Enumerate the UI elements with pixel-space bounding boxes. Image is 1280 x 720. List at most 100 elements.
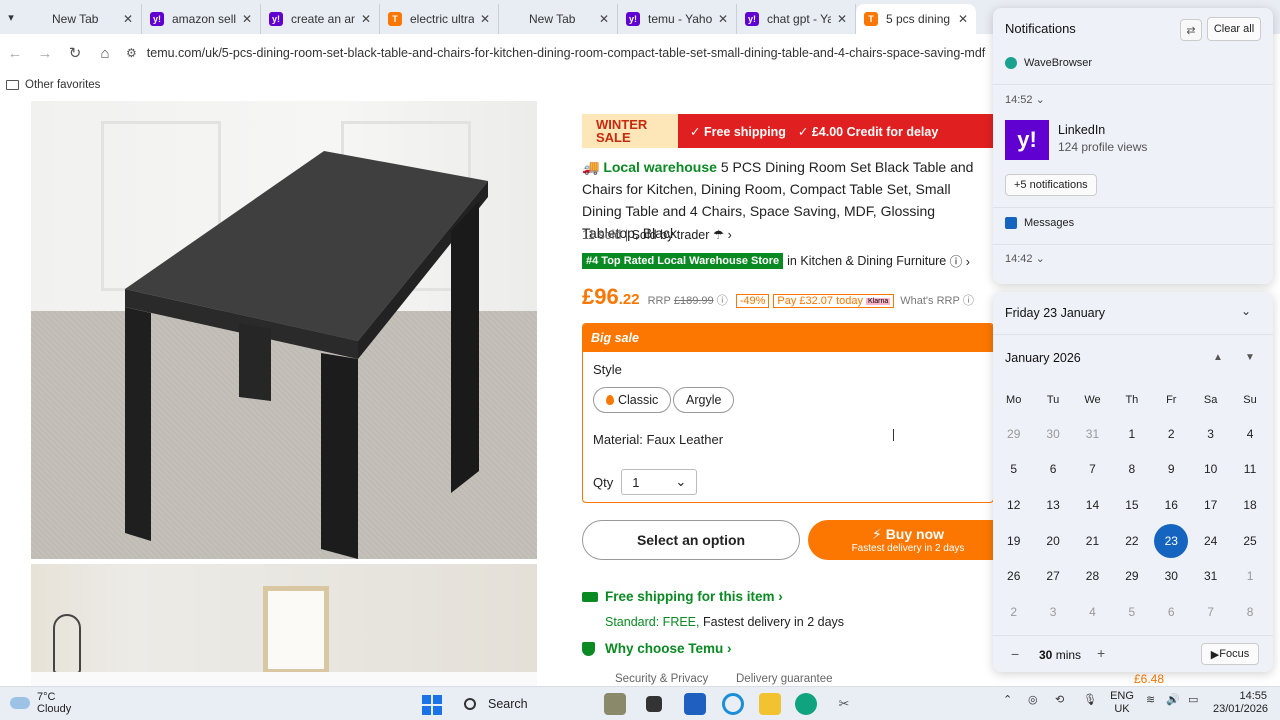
time-group-1[interactable]: 14:52 ⌄ <box>1005 93 1045 106</box>
other-favorites[interactable]: Other favorites <box>25 79 100 91</box>
calendar-day[interactable]: 12 <box>994 487 1033 523</box>
calendar-day[interactable]: 5 <box>1112 594 1151 630</box>
home-icon[interactable]: ⌂ <box>90 38 120 68</box>
tray-app-icon[interactable]: ◎ <box>1028 693 1038 706</box>
tab-actions-menu-icon[interactable]: ▾ <box>0 0 22 34</box>
calendar-day[interactable]: 4 <box>1073 594 1112 630</box>
qty-select[interactable]: 1 ⌄ <box>621 469 698 495</box>
calendar-day[interactable]: 7 <box>1191 594 1230 630</box>
close-tab-icon[interactable]: ✕ <box>837 12 847 26</box>
security-privacy[interactable]: Security & Privacy <box>615 673 708 685</box>
calendar-day[interactable]: 29 <box>1112 558 1151 594</box>
calendar-day[interactable]: 9 <box>1152 452 1191 488</box>
weather-widget[interactable]: 7°C Cloudy <box>10 691 71 715</box>
calendar-day[interactable]: 13 <box>1033 487 1072 523</box>
close-tab-icon[interactable]: ✕ <box>242 12 252 26</box>
clear-all-button[interactable]: Clear all <box>1207 17 1261 41</box>
battery-icon[interactable]: ▭ <box>1188 693 1198 706</box>
select-option-button[interactable]: Select an option <box>582 520 800 560</box>
whats-rrp-link[interactable]: What's RRP <box>900 295 960 307</box>
calendar-day[interactable]: 25 <box>1230 523 1269 559</box>
calendar-day[interactable]: 31 <box>1073 416 1112 452</box>
calendar-day[interactable]: 8 <box>1112 452 1151 488</box>
why-choose-temu-link[interactable]: Why choose Temu › <box>582 641 732 656</box>
tab-new-tab-1[interactable]: New Tab ✕ <box>22 4 142 34</box>
tab-chat-gpt[interactable]: y! chat gpt - Ya ✕ <box>737 4 856 34</box>
buy-now-button[interactable]: ⚡ Buy now Fastest delivery in 2 days <box>808 520 1008 560</box>
tab-5-pcs-dining[interactable]: T 5 pcs dining ✕ <box>856 4 976 34</box>
chevron-down-icon[interactable]: ⌄ <box>1241 304 1251 318</box>
store-icon[interactable] <box>684 693 706 715</box>
taskbar-search[interactable]: Search <box>458 692 578 716</box>
calendar-day[interactable]: 19 <box>994 523 1033 559</box>
address-bar[interactable]: ⚙ temu.com/uk/5-pcs-dining-room-set-blac… <box>126 46 986 60</box>
tab-temu-yahoo[interactable]: y! temu - Yahoo ✕ <box>618 4 737 34</box>
calendar-day[interactable]: 23 <box>1152 523 1191 559</box>
calendar-day[interactable]: 6 <box>1033 452 1072 488</box>
forward-icon[interactable]: → <box>30 38 60 68</box>
calendar-day[interactable]: 20 <box>1033 523 1072 559</box>
style-option-classic[interactable]: Classic <box>593 387 672 413</box>
rank-row[interactable]: #4 Top Rated Local Warehouse Store in Ki… <box>582 251 970 270</box>
calendar-day[interactable]: 5 <box>994 452 1033 488</box>
calendar-day[interactable]: 24 <box>1191 523 1230 559</box>
product-image-secondary[interactable] <box>31 564 537 686</box>
wavebrowser-group[interactable]: WaveBrowser <box>1005 57 1092 69</box>
style-option-argyle[interactable]: Argyle <box>673 387 735 413</box>
calendar-day[interactable]: 21 <box>1073 523 1112 559</box>
taskbar-clock[interactable]: 14:55 23/01/2026 <box>1213 690 1268 716</box>
calendar-day[interactable]: 22 <box>1112 523 1151 559</box>
klarna-badge[interactable]: Pay £32.07 today Klarna <box>773 294 895 308</box>
product-image-main[interactable] <box>31 101 537 559</box>
calendar-day[interactable]: 30 <box>1152 558 1191 594</box>
calendar-day[interactable]: 7 <box>1073 452 1112 488</box>
volume-icon[interactable]: 🔊 <box>1166 693 1180 706</box>
calendar-day[interactable]: 1 <box>1230 558 1269 594</box>
minus-icon[interactable]: − <box>1011 646 1019 662</box>
calendar-day[interactable]: 29 <box>994 416 1033 452</box>
calendar-month[interactable]: January 2026 <box>1005 351 1081 365</box>
linkedin-title[interactable]: LinkedIn <box>1058 123 1105 137</box>
calendar-day[interactable]: 14 <box>1073 487 1112 523</box>
do-not-disturb-icon[interactable]: ⇄ <box>1180 19 1202 41</box>
file-explorer-icon[interactable] <box>759 693 781 715</box>
app-icon-terminal[interactable] <box>646 696 662 712</box>
calendar-day[interactable]: 3 <box>1033 594 1072 630</box>
wifi-icon[interactable]: ≋ <box>1146 693 1155 706</box>
previous-month-icon[interactable]: ▲ <box>1213 352 1223 363</box>
free-shipping-link[interactable]: Free shipping for this item › <box>582 589 783 604</box>
back-icon[interactable]: ← <box>0 38 30 68</box>
close-tab-icon[interactable]: ✕ <box>958 12 968 26</box>
tab-new-tab-2[interactable]: New Tab ✕ <box>499 4 618 34</box>
calendar-day[interactable]: 26 <box>994 558 1033 594</box>
close-tab-icon[interactable]: ✕ <box>480 12 490 26</box>
calendar-day[interactable]: 17 <box>1191 487 1230 523</box>
calendar-day[interactable]: 1 <box>1112 416 1151 452</box>
tab-electric-ultra[interactable]: T electric ultra ✕ <box>380 4 499 34</box>
site-info-icon[interactable]: ⚙ <box>126 46 137 60</box>
calendar-day[interactable]: 11 <box>1230 452 1269 488</box>
windows-start-icon[interactable] <box>422 695 442 715</box>
calendar-day[interactable]: 30 <box>1033 416 1072 452</box>
language-indicator[interactable]: ENG UK <box>1110 690 1134 716</box>
snipping-tool-icon[interactable]: ✂ <box>833 693 855 715</box>
microphone-icon[interactable]: 🎙 <box>1083 693 1097 706</box>
calendar-day[interactable]: 27 <box>1033 558 1072 594</box>
refresh-icon[interactable]: ↻ <box>60 38 90 68</box>
calendar-day[interactable]: 4 <box>1230 416 1269 452</box>
close-tab-icon[interactable]: ✕ <box>599 12 609 26</box>
more-notifications-button[interactable]: +5 notifications <box>1005 174 1097 196</box>
time-group-2[interactable]: 14:42 ⌄ <box>1005 252 1045 265</box>
app-icon-game[interactable] <box>604 693 626 715</box>
sold-by-link[interactable]: Sold by trader ☂ › <box>632 228 732 242</box>
close-tab-icon[interactable]: ✕ <box>718 12 728 26</box>
close-tab-icon[interactable]: ✕ <box>123 12 133 26</box>
edge-icon[interactable] <box>722 693 744 715</box>
calendar-day[interactable]: 18 <box>1230 487 1269 523</box>
calendar-day[interactable]: 31 <box>1191 558 1230 594</box>
delivery-guarantee[interactable]: Delivery guarantee <box>736 673 833 685</box>
calendar-day[interactable]: 6 <box>1152 594 1191 630</box>
calendar-day[interactable]: 15 <box>1112 487 1151 523</box>
chatgpt-icon[interactable] <box>795 693 817 715</box>
calendar-day[interactable]: 2 <box>994 594 1033 630</box>
